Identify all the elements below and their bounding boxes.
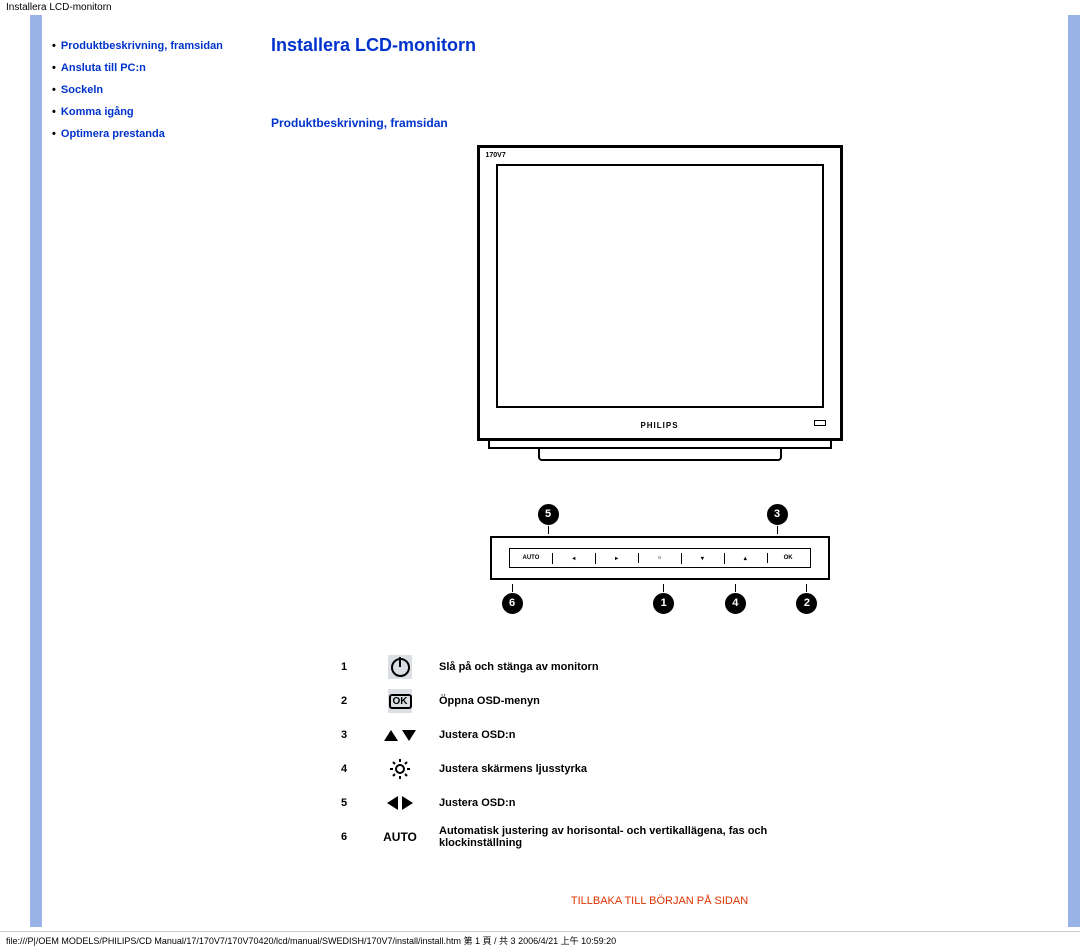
panel-btn-right-icon: ▸	[595, 555, 638, 562]
legend-text: Automatisk justering av horisontal- och …	[431, 821, 807, 853]
legend-row: 5 Justera OSD:n	[333, 787, 807, 819]
legend-row: 3 Justera OSD:n	[333, 719, 807, 751]
monitor-stand-neck	[538, 449, 782, 461]
sidebar-item-connect-pc[interactable]: Ansluta till PC:n	[61, 62, 146, 74]
content: Installera LCD-monitorn Produktbeskrivni…	[257, 15, 1080, 927]
brightness-icon	[379, 757, 421, 781]
sidebar-item-optimize[interactable]: Optimera prestanda	[61, 128, 165, 140]
legend-text: Justera skärmens ljusstyrka	[431, 753, 807, 785]
power-icon	[388, 655, 412, 679]
legend-row: 2 OK Öppna OSD-menyn	[333, 685, 807, 717]
up-down-icon	[379, 723, 421, 747]
legend-text: Justera OSD:n	[431, 787, 807, 819]
monitor-led-icon	[814, 420, 826, 426]
panel-btn-bright-icon: ☼	[638, 555, 681, 561]
page-title: Installera LCD-monitorn	[271, 35, 1048, 56]
left-right-icon	[379, 791, 421, 815]
sidebar: • Produktbeskrivning, framsidan • Anslut…	[42, 15, 257, 927]
monitor-diagram: 170V7 PHILIPS 5 3	[271, 145, 1048, 614]
callout-3: 3	[767, 504, 788, 525]
callout-2: 2	[796, 593, 817, 614]
callout-6: 6	[502, 593, 523, 614]
legend-num: 6	[333, 821, 369, 853]
panel-btn-auto: AUTO	[510, 555, 553, 561]
ok-icon: OK	[388, 689, 412, 713]
panel-btn-down-icon: ▾	[681, 555, 724, 562]
legend-row: 6 AUTO Automatisk justering av horisonta…	[333, 821, 807, 853]
legend-num: 1	[333, 651, 369, 683]
sidebar-accent-bar	[30, 15, 42, 927]
sidebar-item-getting-started[interactable]: Komma igång	[61, 106, 134, 118]
back-to-top-link[interactable]: TILLBAKA TILL BÖRJAN PÅ SIDAN	[271, 895, 1048, 907]
monitor-screen	[496, 164, 824, 408]
legend-text: Justera OSD:n	[431, 719, 807, 751]
legend-num: 3	[333, 719, 369, 751]
monitor-stand-top	[488, 441, 832, 449]
monitor-brand-label: PHILIPS	[480, 421, 840, 430]
layout: • Produktbeskrivning, framsidan • Anslut…	[0, 15, 1080, 927]
sidebar-item-product-desc[interactable]: Produktbeskrivning, framsidan	[61, 40, 223, 52]
callout-4: 4	[725, 593, 746, 614]
panel-btn-up-icon: ▴	[724, 555, 767, 562]
legend-text: Slå på och stänga av monitorn	[431, 651, 807, 683]
sidebar-item-base[interactable]: Sockeln	[61, 84, 103, 96]
panel-diagram: 5 3 AUTO ◂ ▸ ☼ ▾ ▴	[490, 504, 830, 614]
callout-5: 5	[538, 504, 559, 525]
auto-icon: AUTO	[371, 821, 429, 853]
panel-body: AUTO ◂ ▸ ☼ ▾ ▴ OK	[490, 536, 830, 580]
footer-path: file:///P|/OEM MODELS/PHILIPS/CD Manual/…	[0, 931, 1080, 949]
legend-table: 1 Slå på och stänga av monitorn 2 OK Öpp…	[331, 649, 809, 855]
legend-num: 5	[333, 787, 369, 819]
header-path: Installera LCD-monitorn	[0, 0, 1080, 15]
legend-num: 4	[333, 753, 369, 785]
panel-buttons-row: AUTO ◂ ▸ ☼ ▾ ▴ OK	[509, 548, 811, 568]
legend-num: 2	[333, 685, 369, 717]
panel-btn-left-icon: ◂	[552, 555, 595, 562]
legend-text: Öppna OSD-menyn	[431, 685, 807, 717]
section-heading: Produktbeskrivning, framsidan	[271, 116, 1048, 130]
legend-row: 1 Slå på och stänga av monitorn	[333, 651, 807, 683]
legend-row: 4	[333, 753, 807, 785]
monitor-model-label: 170V7	[486, 152, 506, 159]
panel-btn-ok: OK	[767, 555, 810, 561]
monitor-outline: 170V7 PHILIPS	[477, 145, 843, 441]
callout-1: 1	[653, 593, 674, 614]
